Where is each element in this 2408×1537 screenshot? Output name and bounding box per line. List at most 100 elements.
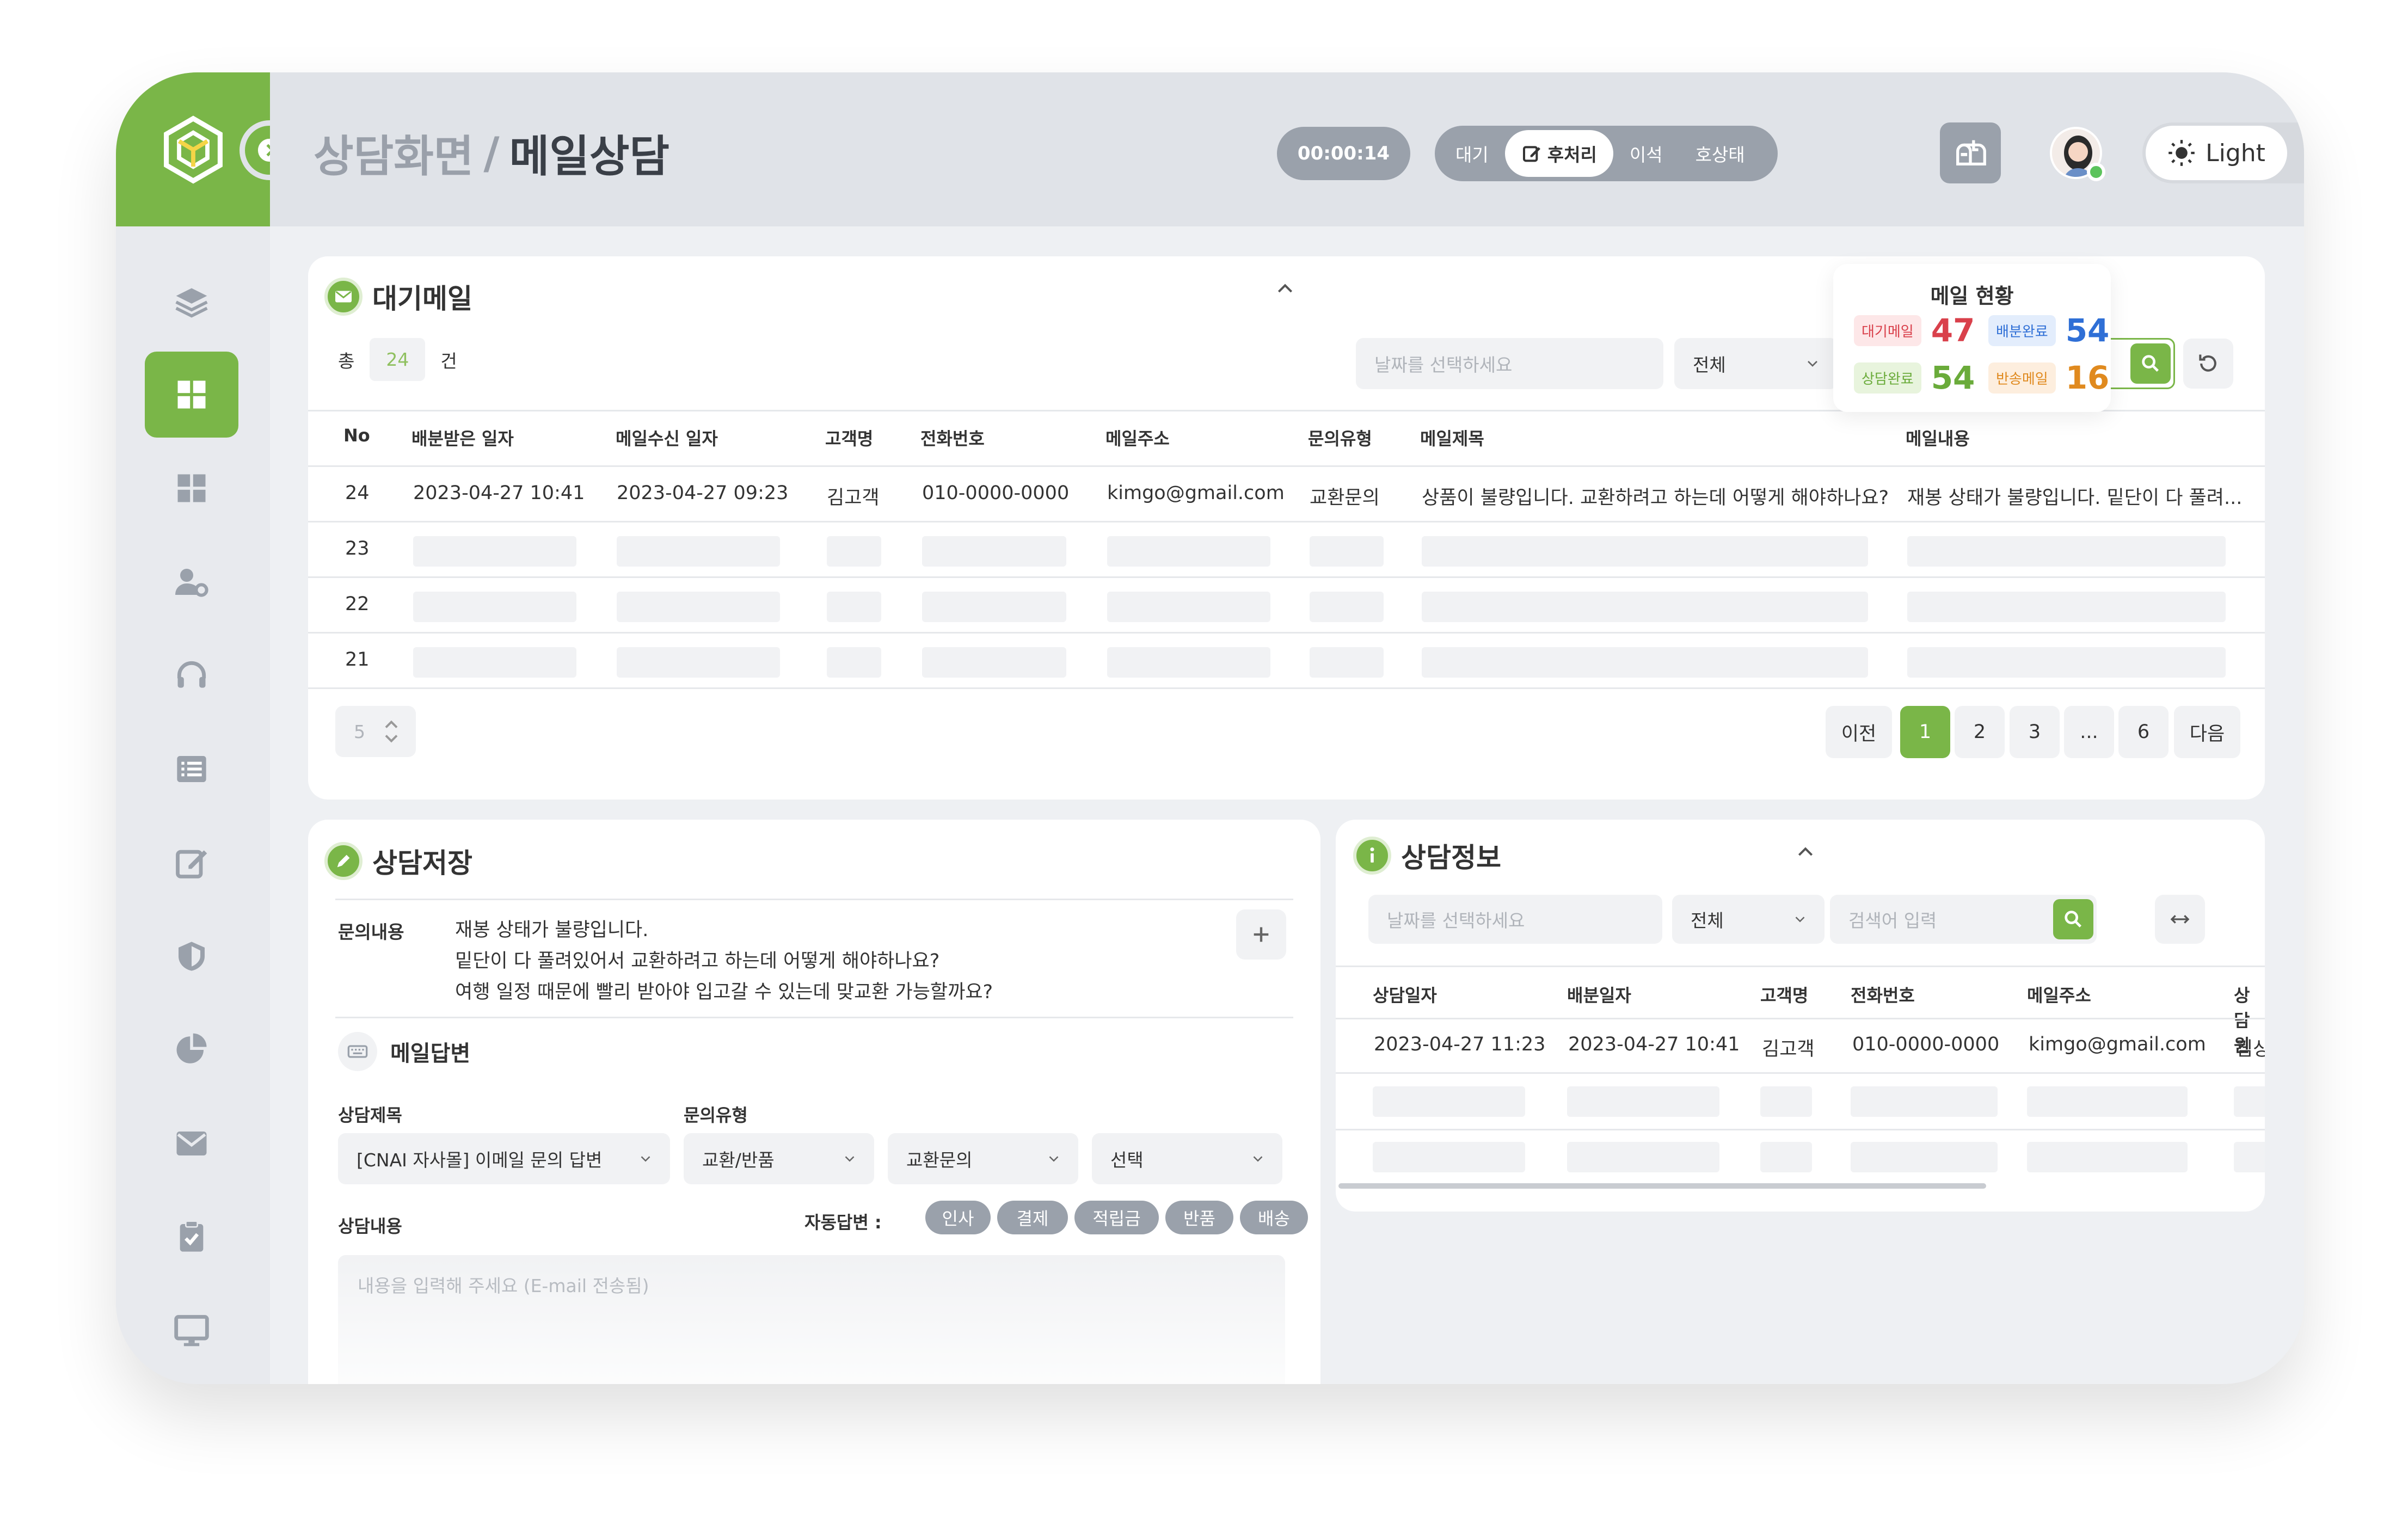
collapse-chevron-icon[interactable] <box>1795 841 1816 869</box>
placeholder-cell <box>1373 1086 1525 1117</box>
pagination-prev[interactable]: 이전 <box>1826 706 1892 758</box>
subject-select[interactable]: [CNAI 자사몰] 이메일 문의 답변 <box>338 1133 670 1184</box>
col-customer: 고객명 <box>825 428 874 449</box>
placeholder-cell <box>1422 647 1868 678</box>
row-type: 교환문의 <box>1310 487 1380 509</box>
collapse-chevron-icon[interactable] <box>1274 278 1296 306</box>
nav-widgets[interactable] <box>145 445 238 531</box>
top-header: 상담화면 / 메일상담 00:00:14 대기 후처리 이석 호상태 Light <box>270 72 2304 226</box>
pagination-page[interactable]: 3 <box>2010 706 2060 758</box>
theme-switch[interactable]: Light <box>2142 122 2304 183</box>
content-textarea[interactable]: 내용을 입력해 주세요 (E-mail 전송됨) <box>338 1255 1285 1384</box>
row-assigned: 2023-04-27 10:41 <box>413 482 585 504</box>
row-divider <box>308 521 2265 522</box>
row-agent: 김상담 <box>2235 1038 2265 1060</box>
auto-reply-chip-greeting[interactable]: 인사 <box>925 1201 991 1234</box>
placeholder-cell <box>413 647 576 678</box>
consult-info-card: 상담정보 날짜를 선택하세요 전체 검색어 입력 상담일자 배분일자 고객명 전… <box>1336 820 2265 1212</box>
stat-assigned-value: 54 <box>2065 312 2110 349</box>
placeholder-cell <box>1907 647 2226 678</box>
col-phone: 전화번호 <box>920 428 985 449</box>
waiting-mail-title: 대기메일 <box>372 283 472 315</box>
arrows-horizontal-icon <box>2170 915 2190 924</box>
row-email: kimgo@gmail.com <box>1107 482 1285 504</box>
search-button[interactable] <box>2130 343 2171 384</box>
col-received-date: 메일수신 일자 <box>616 428 718 449</box>
shield-icon <box>179 942 205 971</box>
type2-select[interactable]: 교환문의 <box>888 1133 1078 1184</box>
nav-mail[interactable] <box>145 1101 238 1186</box>
placeholder-cell <box>1851 1086 1998 1117</box>
placeholder-cell <box>1907 536 2226 567</box>
mail-badge-icon <box>324 278 363 316</box>
auto-reply-chip-delivery[interactable]: 배송 <box>1240 1201 1308 1234</box>
expand-width-button[interactable] <box>2155 895 2205 944</box>
edit-icon <box>1522 146 1540 162</box>
breadcrumb: 상담화면 / 메일상담 <box>314 121 669 185</box>
horizontal-scrollbar[interactable] <box>1338 1183 1986 1189</box>
auto-reply-chip-payment[interactable]: 결제 <box>997 1201 1068 1234</box>
stat-assigned-label: 배분완료 <box>1988 315 2056 346</box>
headset-icon <box>177 661 206 688</box>
total-count: 총 24 건 <box>338 338 457 381</box>
placeholder-cell <box>1310 647 1384 678</box>
nav-tasks[interactable] <box>145 1194 238 1280</box>
filter-select[interactable]: 전체 <box>1672 895 1825 944</box>
nav-list[interactable] <box>145 726 238 812</box>
nav-security[interactable] <box>145 913 238 999</box>
theme-dark-option[interactable] <box>2287 137 2304 169</box>
nav-edit[interactable] <box>145 820 238 906</box>
page-size-stepper[interactable]: 5 <box>335 706 416 757</box>
auto-reply-chip-return[interactable]: 반품 <box>1165 1201 1233 1234</box>
page-size-value: 5 <box>354 721 365 742</box>
status-after-work[interactable]: 후처리 <box>1504 130 1613 177</box>
waiting-mail-header: 대기메일 <box>324 277 472 316</box>
nav-dashboard[interactable] <box>145 352 238 438</box>
header-divider <box>1336 1018 2265 1019</box>
placeholder-cell <box>617 647 780 678</box>
type3-select[interactable]: 선택 <box>1092 1133 1282 1184</box>
nav-statistics[interactable] <box>145 1007 238 1093</box>
chevron-down-icon <box>1795 917 1805 923</box>
theme-light-option[interactable]: Light <box>2146 126 2287 180</box>
filter-select-value: 전체 <box>1693 354 1726 376</box>
date-picker-input[interactable]: 날짜를 선택하세요 <box>1368 895 1662 944</box>
filter-select[interactable]: 전체 <box>1674 338 1838 389</box>
status-call[interactable]: 호상태 <box>1679 130 1761 177</box>
pagination-ellipsis: ... <box>2064 706 2114 758</box>
type1-select[interactable]: 교환/반품 <box>684 1133 874 1184</box>
total-count-value: 24 <box>370 338 426 381</box>
pagination-page[interactable]: 1 <box>1900 706 1950 758</box>
total-prefix: 총 <box>338 350 355 372</box>
inquiry-line: 재봉 상태가 불량입니다. <box>455 919 649 941</box>
type-label: 문의유형 <box>684 1105 748 1126</box>
placeholder-cell <box>1422 536 1868 567</box>
envelope-icon <box>176 1132 207 1155</box>
placeholder-cell <box>922 592 1066 622</box>
status-waiting[interactable]: 대기 <box>1439 130 1505 177</box>
search-button[interactable] <box>2053 899 2093 939</box>
pagination-next[interactable]: 다음 <box>2174 706 2240 758</box>
refresh-button[interactable] <box>2183 339 2233 389</box>
chevron-down-icon <box>1808 361 1817 367</box>
pagination-page[interactable]: 2 <box>1955 706 2005 758</box>
info-badge-icon <box>1353 837 1391 875</box>
search-icon <box>2065 911 2081 927</box>
type2-select-value: 교환문의 <box>906 1149 973 1171</box>
monitor-icon <box>174 1315 209 1347</box>
mail-status-button[interactable] <box>1940 122 2001 183</box>
nav-monitor[interactable] <box>145 1288 238 1374</box>
nav-user-settings[interactable] <box>145 539 238 625</box>
auto-reply-chip-points[interactable]: 적립금 <box>1074 1201 1159 1234</box>
breadcrumb-parent[interactable]: 상담화면 <box>314 121 474 185</box>
add-button[interactable] <box>1236 909 1286 960</box>
pagination-page[interactable]: 6 <box>2118 706 2169 758</box>
status-away[interactable]: 이석 <box>1613 130 1679 177</box>
placeholder-cell <box>617 592 780 622</box>
nav-layers[interactable] <box>145 259 238 345</box>
placeholder-cell <box>922 536 1066 567</box>
status-after-work-label: 후처리 <box>1547 144 1597 165</box>
nav-support[interactable] <box>145 632 238 718</box>
user-gear-icon <box>175 569 208 597</box>
date-picker-input[interactable]: 날짜를 선택하세요 <box>1356 338 1663 389</box>
